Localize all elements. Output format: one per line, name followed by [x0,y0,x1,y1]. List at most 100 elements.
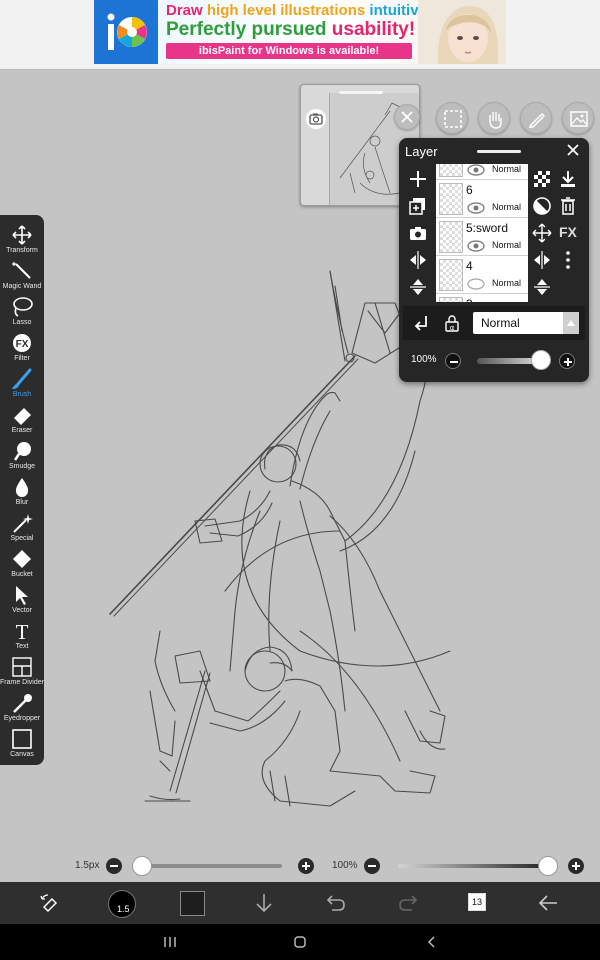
tool-vector[interactable]: Vector [0,583,44,619]
eye-icon[interactable] [466,239,486,253]
layer-row[interactable]: 6 Normal [436,180,528,218]
current-color-swatch[interactable] [180,891,205,916]
close-icon [401,111,413,123]
ad-banner[interactable]: Draw high level illustrations intuitivel… [94,0,506,64]
ad-subheadline: Perfectly pursued usability! [166,19,416,40]
clipping-arrow-icon[interactable] [411,312,433,334]
brush-size-decrease-button[interactable] [106,858,122,874]
trash-icon[interactable] [557,195,579,217]
blend-mode-select[interactable]: Normal [473,312,579,334]
tool-text[interactable]: T Text [0,619,44,655]
ibispaint-logo-icon [94,0,158,64]
magic-wand-icon [12,262,31,279]
ad-character-image [418,0,506,64]
layer-name: 4 [466,259,473,273]
brush-opacity-slider[interactable] [398,864,548,868]
tool-frame-divider[interactable]: Frame Divider [0,655,44,691]
merge-down-icon[interactable] [557,168,579,190]
tool-filter[interactable]: FX Filter [0,331,44,367]
layer-row[interactable]: 5:sword Normal [436,218,528,256]
move-down-button[interactable] [244,882,284,924]
flip-horizontal-icon[interactable] [407,249,429,271]
close-navigator-button[interactable] [394,104,420,130]
clipping-circle-icon[interactable] [531,195,553,217]
canvas-icon [12,729,32,749]
eye-icon[interactable] [466,164,486,177]
lasso-icon [13,297,33,317]
tool-magic-wand[interactable]: Magic Wand [0,259,44,295]
brush-eraser-swap-icon [40,894,58,913]
tool-lasso[interactable]: Lasso [0,295,44,331]
opacity-increase-button[interactable] [559,353,575,369]
tool-special[interactable]: Special [0,511,44,547]
tool-brush[interactable]: Brush [0,367,44,403]
brush-opacity-increase-button[interactable] [568,858,584,874]
move-layer-icon[interactable] [531,222,553,244]
brush-opacity-decrease-button[interactable] [364,858,380,874]
brush-size-knob[interactable] [132,856,152,876]
camera-icon[interactable] [407,222,429,244]
svg-text:FX: FX [16,339,29,350]
layer-left-actions [403,164,433,304]
layer-row[interactable]: 3 [436,294,528,302]
navigator-grip[interactable] [339,91,383,94]
brush-settings-button[interactable] [520,102,552,134]
svg-text:α: α [450,324,455,332]
material-image-button[interactable] [562,102,594,134]
layer-thumbnail [439,164,463,177]
tool-canvas[interactable]: Canvas [0,727,44,763]
undo-icon [326,895,345,911]
selection-layer-button[interactable] [436,102,468,134]
eye-icon[interactable] [466,201,486,215]
add-layer-icon[interactable] [407,168,429,190]
back-button[interactable] [528,882,568,924]
transparency-checker-icon[interactable] [531,168,553,190]
tool-smudge[interactable]: Smudge [0,439,44,475]
tool-blur[interactable]: Blur [0,475,44,511]
flip-vertical-icon[interactable] [531,276,553,298]
brush-size-slider-row: 1.5px [0,855,320,877]
nav-back-icon[interactable] [424,934,440,950]
layer-list[interactable]: Normal 6 Normal 5:sword Normal 4 Normal … [436,164,528,302]
tool-palette: Transform Magic Wand Lasso FX Filter Bru… [0,215,44,765]
brush-opacity-knob[interactable] [538,856,558,876]
undo-button[interactable] [316,882,356,924]
quick-tool-button[interactable] [30,882,70,924]
layer-blend-mode: Normal [492,164,522,174]
layer-row[interactable]: 4 Normal [436,256,528,294]
layer-panel-grip[interactable] [477,150,521,153]
more-options-icon[interactable] [557,249,579,271]
tool-eraser[interactable]: Eraser [0,403,44,439]
fx-icon: FX [13,334,31,352]
home-icon[interactable] [292,934,308,950]
eye-icon[interactable] [466,277,486,291]
close-icon[interactable] [565,142,581,158]
alpha-lock-icon[interactable]: α [441,312,463,334]
tool-eyedropper[interactable]: Eyedropper [0,691,44,727]
brush-opacity-slider-row: 100% [320,855,600,877]
dashed-selection-icon [444,110,462,128]
tool-transform[interactable]: Transform [0,223,44,259]
layer-blend-mode: Normal [492,240,522,250]
tool-bucket[interactable]: Bucket [0,547,44,583]
recent-apps-icon[interactable] [162,934,178,950]
navigator-camera-button[interactable] [306,109,326,129]
layer-opacity-row: 100% [403,346,585,376]
redo-button[interactable] [388,882,428,924]
layer-row[interactable]: Normal [436,164,528,180]
flip-horizontal-icon[interactable] [531,249,553,271]
fx-label[interactable]: FX [559,224,577,240]
layer-opacity-knob[interactable] [531,350,551,370]
opacity-decrease-button[interactable] [445,353,461,369]
pencil-icon [528,112,546,128]
layer-panel: Layer Normal 6 Normal 5:sword Normal 4 N… [399,138,589,382]
brush-size-slider[interactable] [134,864,282,868]
brush-size-increase-button[interactable] [298,858,314,874]
redo-icon [399,895,418,911]
eraser-icon [14,408,31,425]
flip-vertical-icon[interactable] [407,276,429,298]
duplicate-layer-icon[interactable] [407,195,429,217]
layer-blend-mode: Normal [492,278,522,288]
hand-move-button[interactable] [478,102,510,134]
layers-button[interactable]: 13 [468,893,486,911]
